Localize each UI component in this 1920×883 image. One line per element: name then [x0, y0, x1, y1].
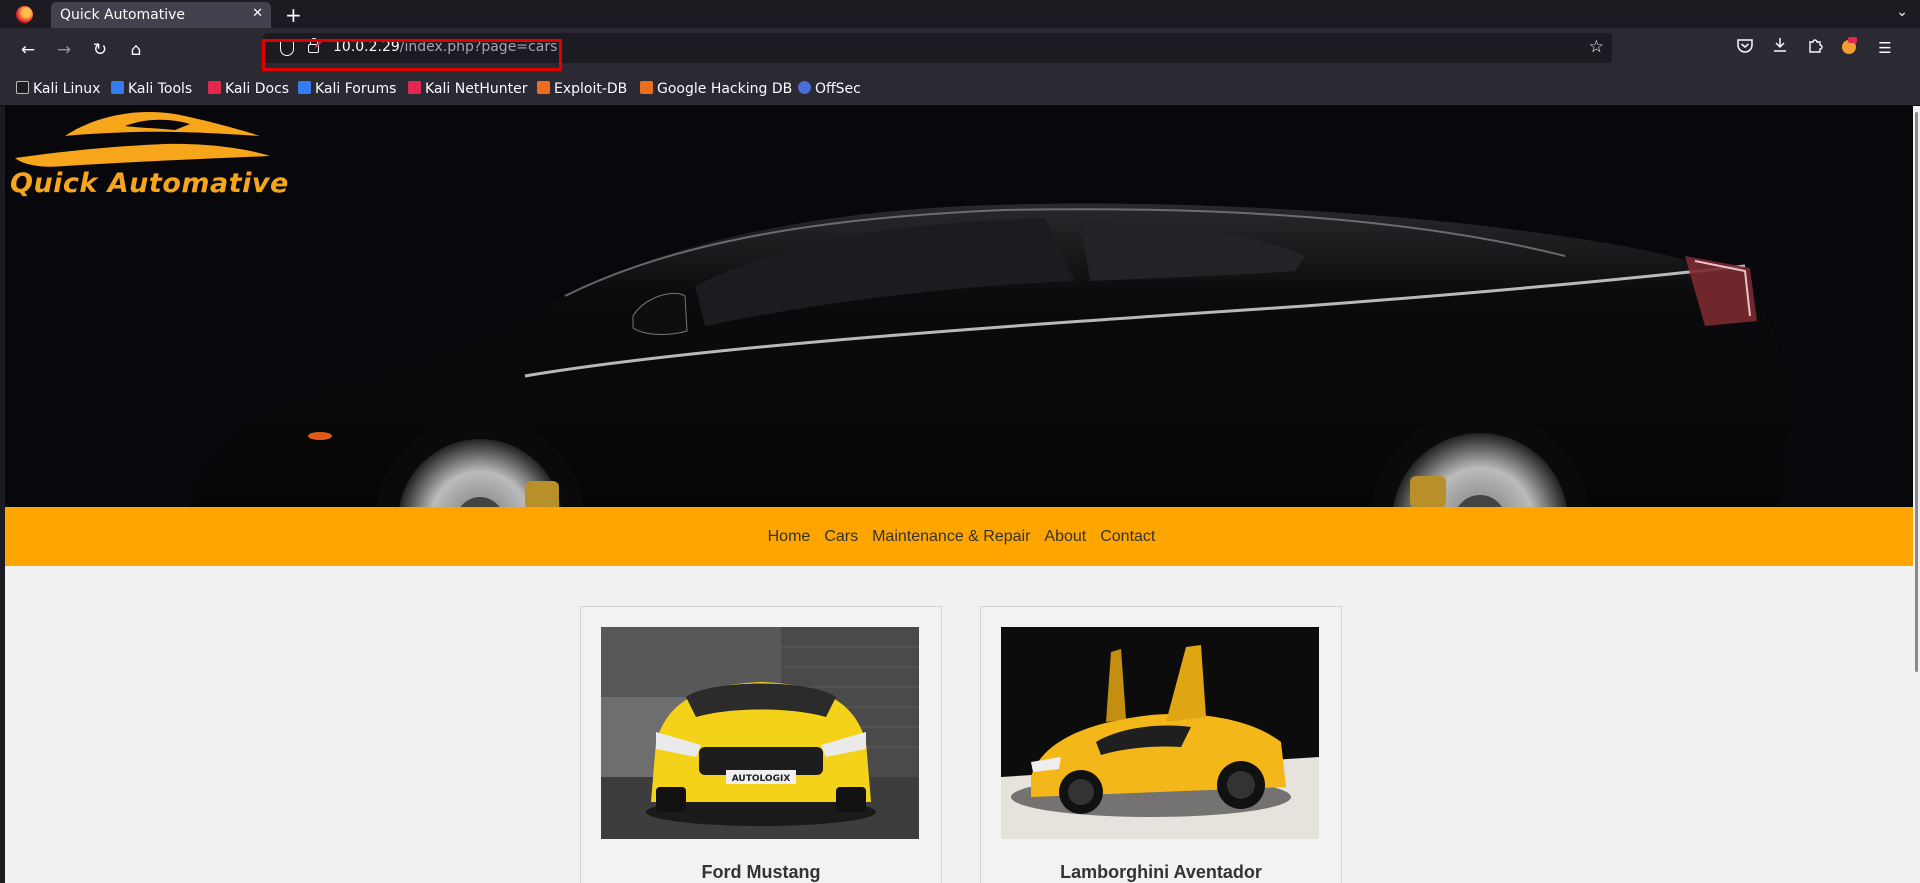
car-card-ford-mustang[interactable]: AUTOLOGIX Ford Mustang [580, 606, 942, 883]
home-button[interactable]: ⌂ [124, 38, 148, 62]
tab-title: Quick Automative [60, 7, 186, 23]
bookmark-star-icon[interactable]: ☆ [1589, 37, 1604, 57]
bookmarks-toolbar: Kali Linux Kali Tools Kali Docs Kali For… [0, 73, 1920, 106]
close-tab-icon[interactable]: ✕ [252, 6, 263, 21]
app-menu-hamburger-icon[interactable]: ☰ [1874, 37, 1896, 59]
pocket-icon[interactable] [1734, 37, 1756, 59]
bookmark-label: Kali Linux [33, 81, 101, 97]
downloads-icon[interactable] [1769, 37, 1791, 59]
profile-avatar-icon[interactable] [1838, 37, 1860, 59]
bookmark-label: Kali NetHunter [425, 81, 528, 97]
car-card-lamborghini-aventador[interactable]: Lamborghini Aventador [980, 606, 1342, 883]
kali-forums-icon [298, 81, 311, 94]
bookmark-kali-tools[interactable]: Kali Tools [111, 81, 192, 97]
bookmark-google-hacking-db[interactable]: Google Hacking DB [640, 81, 792, 97]
nav-link-contact[interactable]: Contact [1100, 528, 1155, 546]
hero-car-image [15, 112, 1788, 507]
nav-link-maintenance-repair[interactable]: Maintenance & Repair [872, 528, 1030, 546]
site-logo-text[interactable]: Quick Automative [10, 168, 289, 199]
kali-dragon-icon [16, 81, 29, 94]
google-hacking-db-icon [640, 81, 653, 94]
tab-quick-automative[interactable]: Quick Automative ✕ [51, 2, 271, 28]
nav-link-cars[interactable]: Cars [824, 528, 858, 546]
ford-mustang-image: AUTOLOGIX [601, 627, 919, 839]
car-title: Lamborghini Aventador [1060, 862, 1262, 882]
offsec-icon [798, 81, 811, 94]
new-tab-button[interactable]: + [285, 3, 302, 27]
bookmark-kali-nethunter[interactable]: Kali NetHunter [408, 81, 527, 97]
bookmark-kali-forums[interactable]: Kali Forums [298, 81, 396, 97]
bookmark-offsec[interactable]: OffSec [798, 81, 861, 97]
car-title: Ford Mustang [701, 862, 821, 882]
url-highlight-annotation [262, 39, 562, 71]
kali-tools-icon [111, 81, 124, 94]
back-button[interactable]: ← [16, 38, 40, 62]
tab-bar: Quick Automative ✕ + ⌄ [0, 0, 1920, 28]
hero-banner: Quick Automative [5, 106, 1913, 507]
bookmark-label: Kali Tools [128, 81, 193, 97]
site-navigation: Home Cars Maintenance & Repair About Con… [5, 507, 1913, 566]
kali-nethunter-icon [408, 81, 421, 94]
bookmark-label: Exploit-DB [554, 81, 628, 97]
list-all-tabs-chevron-icon[interactable]: ⌄ [1896, 4, 1908, 20]
bookmark-label: Kali Docs [225, 81, 290, 97]
nav-link-about[interactable]: About [1044, 528, 1086, 546]
page-viewport: Quick Automative Home Cars Maintenance &… [5, 106, 1913, 883]
bookmark-kali-docs[interactable]: Kali Docs [208, 81, 289, 97]
extensions-puzzle-icon[interactable] [1804, 37, 1826, 59]
lamborghini-aventador-image [1001, 627, 1319, 839]
scrollbar-thumb[interactable] [1915, 112, 1918, 672]
kali-docs-icon [208, 81, 221, 94]
page-scrollbar[interactable] [1913, 106, 1920, 883]
reload-button[interactable]: ↻ [88, 38, 112, 62]
bookmark-kali-linux[interactable]: Kali Linux [16, 81, 100, 97]
forward-button[interactable]: → [52, 38, 76, 62]
bookmark-exploit-db[interactable]: Exploit-DB [537, 81, 627, 97]
bookmark-label: Google Hacking DB [657, 81, 793, 97]
nav-link-home[interactable]: Home [768, 528, 811, 546]
exploit-db-icon [537, 81, 550, 94]
license-plate-text: AUTOLOGIX [732, 774, 791, 784]
bookmark-label: OffSec [815, 81, 861, 97]
firefox-logo-icon [16, 6, 33, 23]
bookmark-label: Kali Forums [315, 81, 397, 97]
